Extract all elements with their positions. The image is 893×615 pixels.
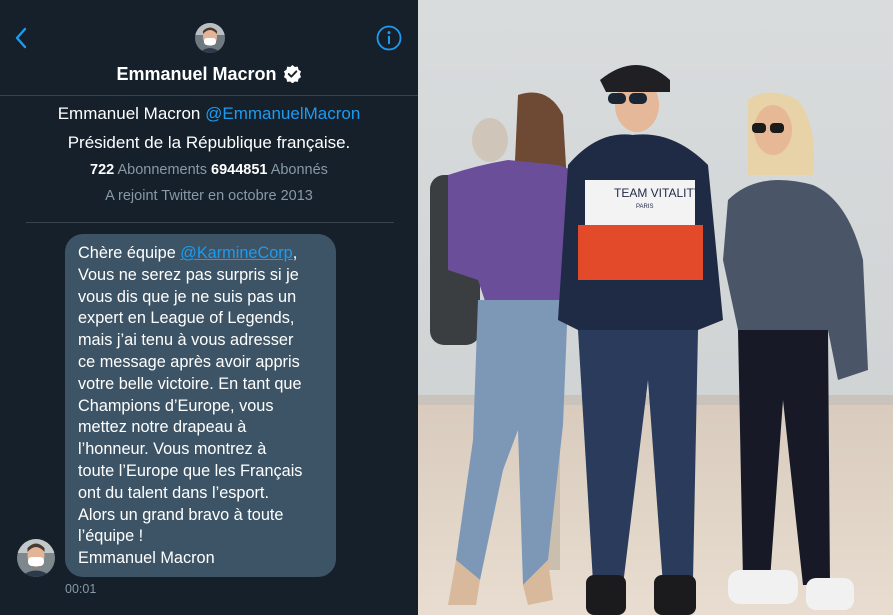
message-line: vous dis que je ne suis pas un — [78, 287, 297, 306]
message-greeting: Chère équipe — [78, 244, 181, 262]
following-stat[interactable]: 722 Abonnements — [90, 162, 207, 178]
dm-panel: Emmanuel Macron Emmanuel Macron @Emmanue… — [0, 0, 418, 615]
profile-stats: 722 Abonnements 6944851 Abonnés — [0, 160, 418, 180]
verified-badge-icon — [283, 64, 301, 83]
chevron-left-icon — [15, 27, 27, 49]
message-line: Champions d’Europe, vous — [78, 396, 274, 415]
followers-count: 6944851 — [211, 162, 268, 178]
message-line: l’honneur. Vous montrez à — [78, 440, 267, 459]
hoodie-text-line2: PARIS — [636, 204, 654, 210]
message-line: Alors un grand bravo à toute — [78, 505, 284, 524]
message-signature: Emmanuel Macron — [78, 549, 215, 568]
message-greeting-line: Chère équipe @KarmineCorp, — [78, 243, 326, 265]
header-avatar[interactable] — [195, 23, 225, 53]
conversation-header: Emmanuel Macron — [0, 0, 418, 96]
beach-photo: TEAM VITALITY PARIS — [418, 0, 893, 615]
hoodie-text-line1: TEAM VITALITY — [614, 186, 702, 200]
message-line: expert en League of Legends, — [78, 309, 295, 328]
following-label: Abonnements — [117, 162, 207, 178]
header-title: Emmanuel Macron — [0, 62, 418, 86]
message-line: ce message après avoir appris — [78, 352, 300, 371]
message-line: l’équipe ! — [78, 527, 144, 546]
following-count: 722 — [90, 162, 115, 178]
followers-label: Abonnés — [270, 162, 328, 178]
sender-avatar[interactable] — [17, 539, 55, 577]
info-icon — [376, 25, 402, 51]
message-bubble[interactable]: Chère équipe @KarmineCorp, Vous ne serez… — [65, 234, 336, 577]
message-greeting-end: , — [292, 244, 298, 262]
info-button[interactable] — [376, 25, 402, 51]
message-line: ont du talent dans l’esport. — [78, 483, 269, 502]
profile-name-row[interactable]: Emmanuel Macron @EmmanuelMacron — [0, 102, 418, 126]
message-line: toute l’Europe que les Français — [78, 461, 303, 480]
header-name: Emmanuel Macron — [116, 64, 277, 84]
divider — [26, 222, 394, 223]
back-button[interactable] — [10, 24, 34, 52]
profile-name: Emmanuel Macron — [57, 104, 201, 123]
message-line: mettez notre drapeau à — [78, 418, 247, 437]
message-line: votre belle victoire. En tant que — [78, 374, 302, 393]
followers-stat[interactable]: 6944851 Abonnés — [211, 162, 328, 178]
joined-date: A rejoint Twitter en octobre 2013 — [105, 188, 313, 204]
message-line: mais j’ai tenu à vous adresser — [78, 331, 294, 350]
message-mention-link[interactable]: @KarmineCorp — [180, 244, 292, 262]
profile-handle[interactable]: @EmmanuelMacron — [205, 104, 360, 123]
message-timestamp: 00:01 — [65, 582, 97, 596]
message-line: Vous ne serez pas surpris si je — [78, 265, 299, 284]
profile-bio: Président de la République française. — [67, 133, 351, 152]
